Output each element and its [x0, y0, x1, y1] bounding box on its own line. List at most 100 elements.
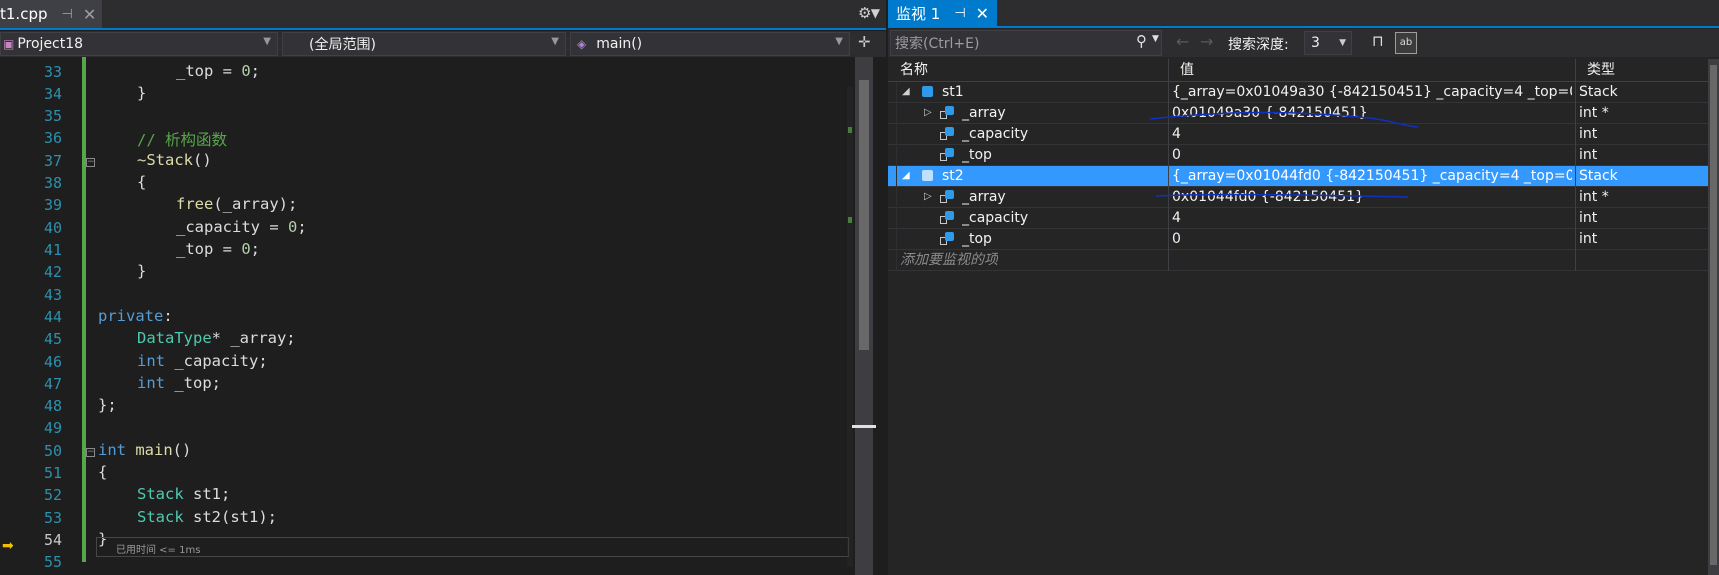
- hex-display-icon[interactable]: ab: [1395, 32, 1417, 54]
- row-name: _array: [962, 105, 1006, 121]
- collapse-triangle-icon[interactable]: ◢: [902, 82, 910, 102]
- row-name: st2: [942, 168, 964, 184]
- watch-row[interactable]: _capacity 4 int: [888, 208, 1708, 229]
- row-value[interactable]: {_array=0x01044fd0 {-842150451} _capacit…: [1172, 166, 1572, 186]
- execution-pointer-icon: ➡: [2, 538, 14, 554]
- member-field-icon: [940, 106, 954, 120]
- editor-tab-bar: t1.cpp ⊣ ✕ ▼: [0, 0, 886, 30]
- row-value[interactable]: 4: [1172, 124, 1572, 144]
- row-value[interactable]: {_array=0x01049a30 {-842150451} _capacit…: [1172, 82, 1572, 102]
- row-name: _top: [962, 147, 992, 163]
- code-comment: // 析构函数: [137, 131, 227, 149]
- code-line: _top = 0;: [176, 62, 261, 80]
- column-divider[interactable]: [1575, 59, 1576, 271]
- scope-dropdown[interactable]: (全局范围) ▼: [282, 32, 566, 56]
- row-type: Stack: [1579, 168, 1618, 184]
- watch-row[interactable]: ▷ _array 0x01044fd0 {-842150451} int *: [888, 187, 1708, 208]
- chevron-down-icon[interactable]: ▼: [1152, 34, 1159, 44]
- row-value[interactable]: 4: [1172, 208, 1572, 228]
- code-line: DataType* _array;: [137, 329, 296, 347]
- row-value[interactable]: 0x01044fd0 {-842150451}: [1172, 187, 1572, 207]
- tree-guide: [896, 82, 897, 271]
- member-field-icon: [940, 148, 954, 162]
- code-line: ~Stack(): [137, 151, 212, 169]
- watch-tab-label: 监视 1: [896, 4, 941, 23]
- row-type: Stack: [1579, 84, 1618, 100]
- column-header-name[interactable]: 名称: [888, 59, 1168, 81]
- row-type: int: [1579, 126, 1598, 142]
- arrow-left-icon[interactable]: ←: [1176, 32, 1189, 51]
- row-type: int *: [1579, 105, 1609, 121]
- code-line: };: [98, 396, 117, 414]
- member-field-icon: [940, 127, 954, 141]
- member-field-icon: [940, 190, 954, 204]
- column-divider[interactable]: [1168, 59, 1169, 271]
- add-watch-placeholder[interactable]: 添加要监视的项: [900, 250, 998, 270]
- tab-watch-1[interactable]: 监视 1 ⊣ ✕: [888, 0, 998, 26]
- row-type: int: [1579, 210, 1598, 226]
- navigation-bar: ▣ Project18 ▼ (全局范围) ▼ ◈ main() ▼: [0, 31, 886, 57]
- close-icon[interactable]: ✕: [83, 5, 96, 24]
- column-header-value[interactable]: 值: [1168, 59, 1575, 81]
- split-window-icon[interactable]: ✛: [858, 33, 871, 51]
- search-depth-value: 3: [1311, 35, 1320, 51]
- row-type: int *: [1579, 189, 1609, 205]
- watch-row[interactable]: _top 0 int: [888, 145, 1708, 166]
- gear-icon[interactable]: ⚙: [858, 4, 871, 22]
- object-icon: [922, 170, 933, 181]
- search-input[interactable]: 搜索(Ctrl+E): [890, 30, 1162, 56]
- chevron-down-icon: ▼: [835, 36, 843, 47]
- row-name: _top: [962, 231, 992, 247]
- code-line: }: [137, 262, 147, 280]
- code-line: {: [98, 463, 108, 481]
- column-header-type[interactable]: 类型: [1575, 59, 1708, 81]
- editor-scroll-thumb[interactable]: [859, 80, 869, 350]
- watch-toolbar: 搜索(Ctrl+E) ⚲ ▼ ← → 搜索深度: 3 ▼ ⊓ ab: [888, 29, 1719, 57]
- row-name: _capacity: [962, 126, 1029, 142]
- project-dropdown[interactable]: ▣ Project18 ▼: [0, 32, 278, 56]
- row-value[interactable]: 0: [1172, 229, 1572, 249]
- member-label: main(): [596, 36, 643, 52]
- watch-row[interactable]: ▷ _array 0x01049a30 {-842150451} int *: [888, 103, 1708, 124]
- watch-row-selected[interactable]: ◢ st2 {_array=0x01044fd0 {-842150451} _c…: [888, 166, 1708, 187]
- row-type: int: [1579, 147, 1598, 163]
- expand-triangle-icon[interactable]: ▷: [924, 187, 932, 207]
- watch-row[interactable]: ◢ st1 {_array=0x01049a30 {-842150451} _c…: [888, 82, 1708, 103]
- code-line: _top = 0;: [176, 240, 261, 258]
- code-line: _capacity = 0;: [176, 218, 307, 236]
- perf-tip: 已用时间 <= 1ms: [116, 545, 201, 556]
- chevron-down-icon: ▼: [551, 36, 559, 47]
- tab-t1-cpp[interactable]: t1.cpp ⊣ ✕: [0, 0, 103, 28]
- search-depth-label: 搜索深度:: [1228, 37, 1289, 53]
- add-watch-row[interactable]: 添加要监视的项: [888, 250, 1708, 271]
- member-dropdown[interactable]: ◈ main() ▼: [570, 32, 850, 56]
- overview-margin: [847, 57, 853, 575]
- search-icon[interactable]: ⚲: [1136, 32, 1147, 50]
- method-icon: ◈: [577, 37, 587, 51]
- code-line: Stack st2(st1);: [137, 508, 277, 526]
- row-value[interactable]: 0x01049a30 {-842150451}: [1172, 103, 1572, 123]
- pin-filter-icon[interactable]: ⊓: [1372, 32, 1384, 50]
- code-line: private:: [98, 307, 173, 325]
- expand-triangle-icon[interactable]: ▷: [924, 103, 932, 123]
- code-editor[interactable]: t1.cpp ⊣ ✕ ▼ ▣ Project18 ▼ (全局范围) ▼ ◈ ma…: [0, 0, 886, 575]
- watch-row[interactable]: _top 0 int: [888, 229, 1708, 250]
- code-line: int _capacity;: [137, 352, 268, 370]
- pin-icon[interactable]: ⊣: [954, 6, 965, 21]
- code-line: {: [137, 173, 147, 191]
- arrow-right-icon[interactable]: →: [1200, 32, 1213, 51]
- code-area[interactable]: _top = 0; } // 析构函数 ~Stack() { free(_arr…: [0, 57, 850, 575]
- search-depth-select[interactable]: 3 ▼: [1304, 31, 1352, 55]
- watch-window[interactable]: ⚙ 监视 1 ⊣ ✕ 搜索(Ctrl+E) ⚲ ▼ ← → 搜索深度: 3 ▼ …: [858, 0, 1719, 575]
- watch-scroll-thumb[interactable]: [1710, 65, 1717, 565]
- pin-icon[interactable]: ⊣: [61, 7, 72, 22]
- row-name: _capacity: [962, 210, 1029, 226]
- watch-row[interactable]: _capacity 4 int: [888, 124, 1708, 145]
- close-icon[interactable]: ✕: [976, 4, 989, 23]
- scroll-position-marker: [852, 425, 876, 428]
- row-value[interactable]: 0: [1172, 145, 1572, 165]
- current-line-highlight: [96, 537, 849, 557]
- collapse-triangle-icon[interactable]: ◢: [902, 166, 910, 186]
- tab-list-dropdown-icon[interactable]: ▼: [871, 6, 880, 20]
- code-line: free(_array);: [176, 195, 298, 213]
